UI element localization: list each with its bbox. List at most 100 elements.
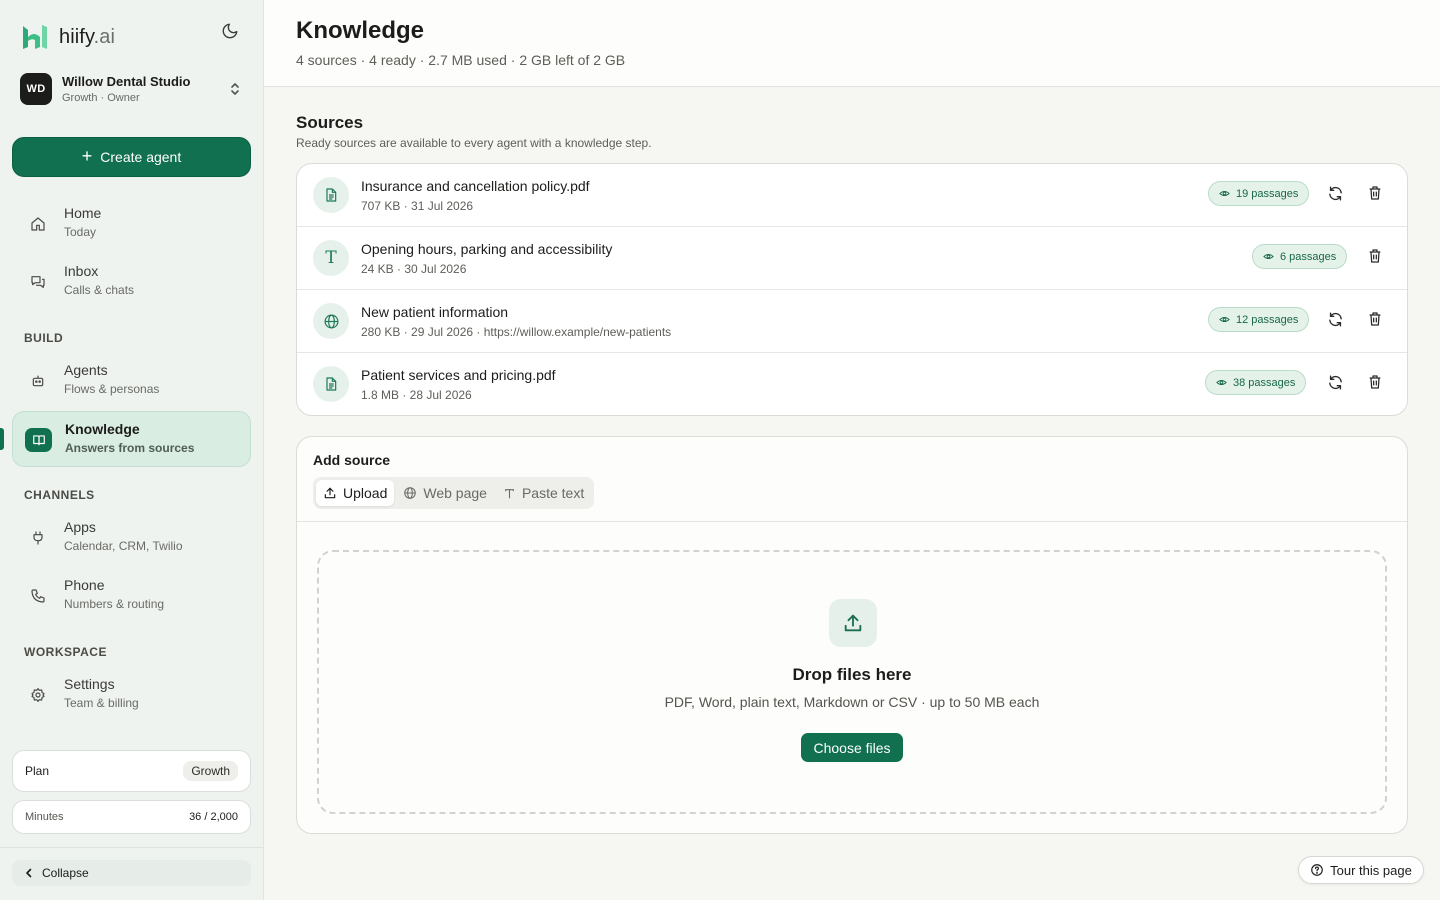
chat-icon xyxy=(31,276,45,288)
passages-count: 19 passages xyxy=(1236,187,1299,200)
source-name: Opening hours, parking and accessibility xyxy=(361,241,613,257)
choose-files-button[interactable]: Choose files xyxy=(801,733,903,762)
add-source-card: Add source Upload Web page Paste text Dr… xyxy=(296,436,1408,834)
source-row[interactable]: Insurance and cancellation policy.pdf 70… xyxy=(297,164,1407,227)
book-icon xyxy=(25,428,52,452)
sources-heading: Sources xyxy=(296,113,364,132)
help-circle-icon xyxy=(1311,864,1323,876)
document-icon xyxy=(313,366,349,402)
source-row[interactable]: T Opening hours, parking and accessibili… xyxy=(297,227,1407,290)
phone-icon xyxy=(31,589,45,603)
eye-icon xyxy=(1219,316,1230,323)
section-label-channels: CHANNELS xyxy=(24,488,95,502)
source-name: Patient services and pricing.pdf xyxy=(361,367,556,383)
chevron-up-down-icon xyxy=(231,83,239,95)
delete-source-button[interactable] xyxy=(1365,183,1385,203)
tab-label: Paste text xyxy=(521,485,585,501)
eye-icon xyxy=(1219,190,1230,197)
delete-source-button[interactable] xyxy=(1365,246,1385,266)
sources-list: Insurance and cancellation policy.pdf 70… xyxy=(296,163,1408,416)
view-passages-button[interactable]: 12 passages xyxy=(1208,307,1310,332)
source-meta: 24 KB · 30 Jul 2026 xyxy=(361,262,467,276)
trash-icon xyxy=(1369,186,1381,200)
create-agent-button[interactable]: + Create agent xyxy=(12,137,251,177)
plug-icon xyxy=(33,531,43,545)
upload-icon xyxy=(324,487,336,499)
tab-paste-text[interactable]: Paste text xyxy=(496,480,591,506)
tour-this-page-button[interactable]: Tour this page xyxy=(1298,856,1424,884)
file-dropzone[interactable]: Drop files here PDF, Word, plain text, M… xyxy=(317,550,1387,814)
source-name: New patient information xyxy=(361,304,509,320)
sidebar-item-home[interactable]: Home Today xyxy=(12,196,251,252)
sources-description: Ready sources are available to every age… xyxy=(296,136,652,150)
refresh-icon xyxy=(1328,185,1342,201)
view-passages-button[interactable]: 38 passages xyxy=(1205,370,1307,395)
globe-icon xyxy=(313,303,349,339)
source-meta: 707 KB · 31 Jul 2026 xyxy=(361,199,474,213)
tour-label: Tour this page xyxy=(1330,862,1412,878)
source-name: Insurance and cancellation policy.pdf xyxy=(361,178,590,194)
sidebar-item-knowledge[interactable]: Knowledge Answers from sources xyxy=(12,411,251,467)
refresh-source-button[interactable] xyxy=(1325,183,1345,203)
tab-web-page[interactable]: Web page xyxy=(396,480,494,506)
storage-summary: 4 sources · 4 ready · 2.7 MB used · 2 GB… xyxy=(296,52,626,68)
collapse-sidebar-button[interactable]: Collapse xyxy=(12,860,251,886)
text-icon xyxy=(505,488,514,498)
delete-source-button[interactable] xyxy=(1365,372,1385,392)
gear-icon xyxy=(31,688,45,702)
collapse-label: Collapse xyxy=(42,866,89,880)
sidebar-item-inbox[interactable]: Inbox Calls & chats xyxy=(12,254,251,310)
section-label-workspace: WORKSPACE xyxy=(24,645,107,659)
main-content: Knowledge 4 sources · 4 ready · 2.7 MB u… xyxy=(264,0,1440,900)
plan-badge: Growth xyxy=(183,761,238,781)
sidebar-item-title: Knowledge xyxy=(65,421,140,437)
sidebar-item-subtitle: Answers from sources xyxy=(65,441,195,455)
dark-mode-toggle-moon-icon[interactable] xyxy=(221,22,241,42)
trash-icon xyxy=(1369,312,1381,326)
workspace-switcher[interactable]: WD Willow Dental Studio Growth · Owner xyxy=(20,72,246,106)
brand[interactable]: hiify.ai xyxy=(20,22,115,52)
sidebar-item-title: Inbox xyxy=(64,263,99,279)
sidebar-item-subtitle: Numbers & routing xyxy=(64,597,165,611)
divider xyxy=(297,521,1407,522)
plus-icon: + xyxy=(81,146,93,166)
refresh-icon xyxy=(1328,374,1342,390)
sidebar-item-subtitle: Today xyxy=(64,225,97,239)
sidebar-item-title: Agents xyxy=(64,362,108,378)
refresh-source-button[interactable] xyxy=(1325,372,1345,392)
tab-upload[interactable]: Upload xyxy=(316,480,395,506)
delete-source-button[interactable] xyxy=(1365,309,1385,329)
document-icon xyxy=(313,177,349,213)
minutes-value: 36 / 2,000 xyxy=(189,811,238,823)
trash-icon xyxy=(1369,249,1381,263)
workspace-name: Willow Dental Studio xyxy=(62,74,191,89)
view-passages-button[interactable]: 19 passages xyxy=(1208,181,1310,206)
add-source-heading: Add source xyxy=(313,452,391,468)
robot-icon xyxy=(32,375,44,387)
sidebar-item-subtitle: Calendar, CRM, Twilio xyxy=(64,539,183,553)
sidebar-item-subtitle: Team & billing xyxy=(64,696,139,710)
workspace-avatar: WD xyxy=(20,73,52,105)
passages-count: 12 passages xyxy=(1236,313,1299,326)
eye-icon xyxy=(1263,253,1274,260)
view-passages-button[interactable]: 6 passages xyxy=(1252,244,1348,269)
sidebar-item-phone[interactable]: Phone Numbers & routing xyxy=(12,568,251,624)
refresh-source-button[interactable] xyxy=(1325,309,1345,329)
plan-card[interactable]: Plan Growth xyxy=(12,750,251,792)
sidebar-item-subtitle: Calls & chats xyxy=(64,283,135,297)
brand-name: hiify.ai xyxy=(59,25,116,48)
source-row[interactable]: New patient information 280 KB · 29 Jul … xyxy=(297,290,1407,353)
sidebar-item-subtitle: Flows & personas xyxy=(64,382,160,396)
sidebar-item-apps[interactable]: Apps Calendar, CRM, Twilio xyxy=(12,510,251,566)
source-row[interactable]: Patient services and pricing.pdf 1.8 MB … xyxy=(297,353,1407,415)
sidebar-item-title: Settings xyxy=(64,676,115,692)
sidebar-item-agents[interactable]: Agents Flows & personas xyxy=(12,353,251,409)
sidebar-divider xyxy=(0,847,263,848)
source-meta: 1.8 MB · 28 Jul 2026 xyxy=(361,388,472,402)
add-source-tabs: Upload Web page Paste text xyxy=(313,477,595,509)
sidebar-item-settings[interactable]: Settings Team & billing xyxy=(12,667,251,723)
chevron-left-icon xyxy=(26,868,32,878)
sidebar-item-title: Phone xyxy=(64,577,105,593)
tab-label: Upload xyxy=(343,485,388,501)
active-indicator xyxy=(0,428,4,450)
